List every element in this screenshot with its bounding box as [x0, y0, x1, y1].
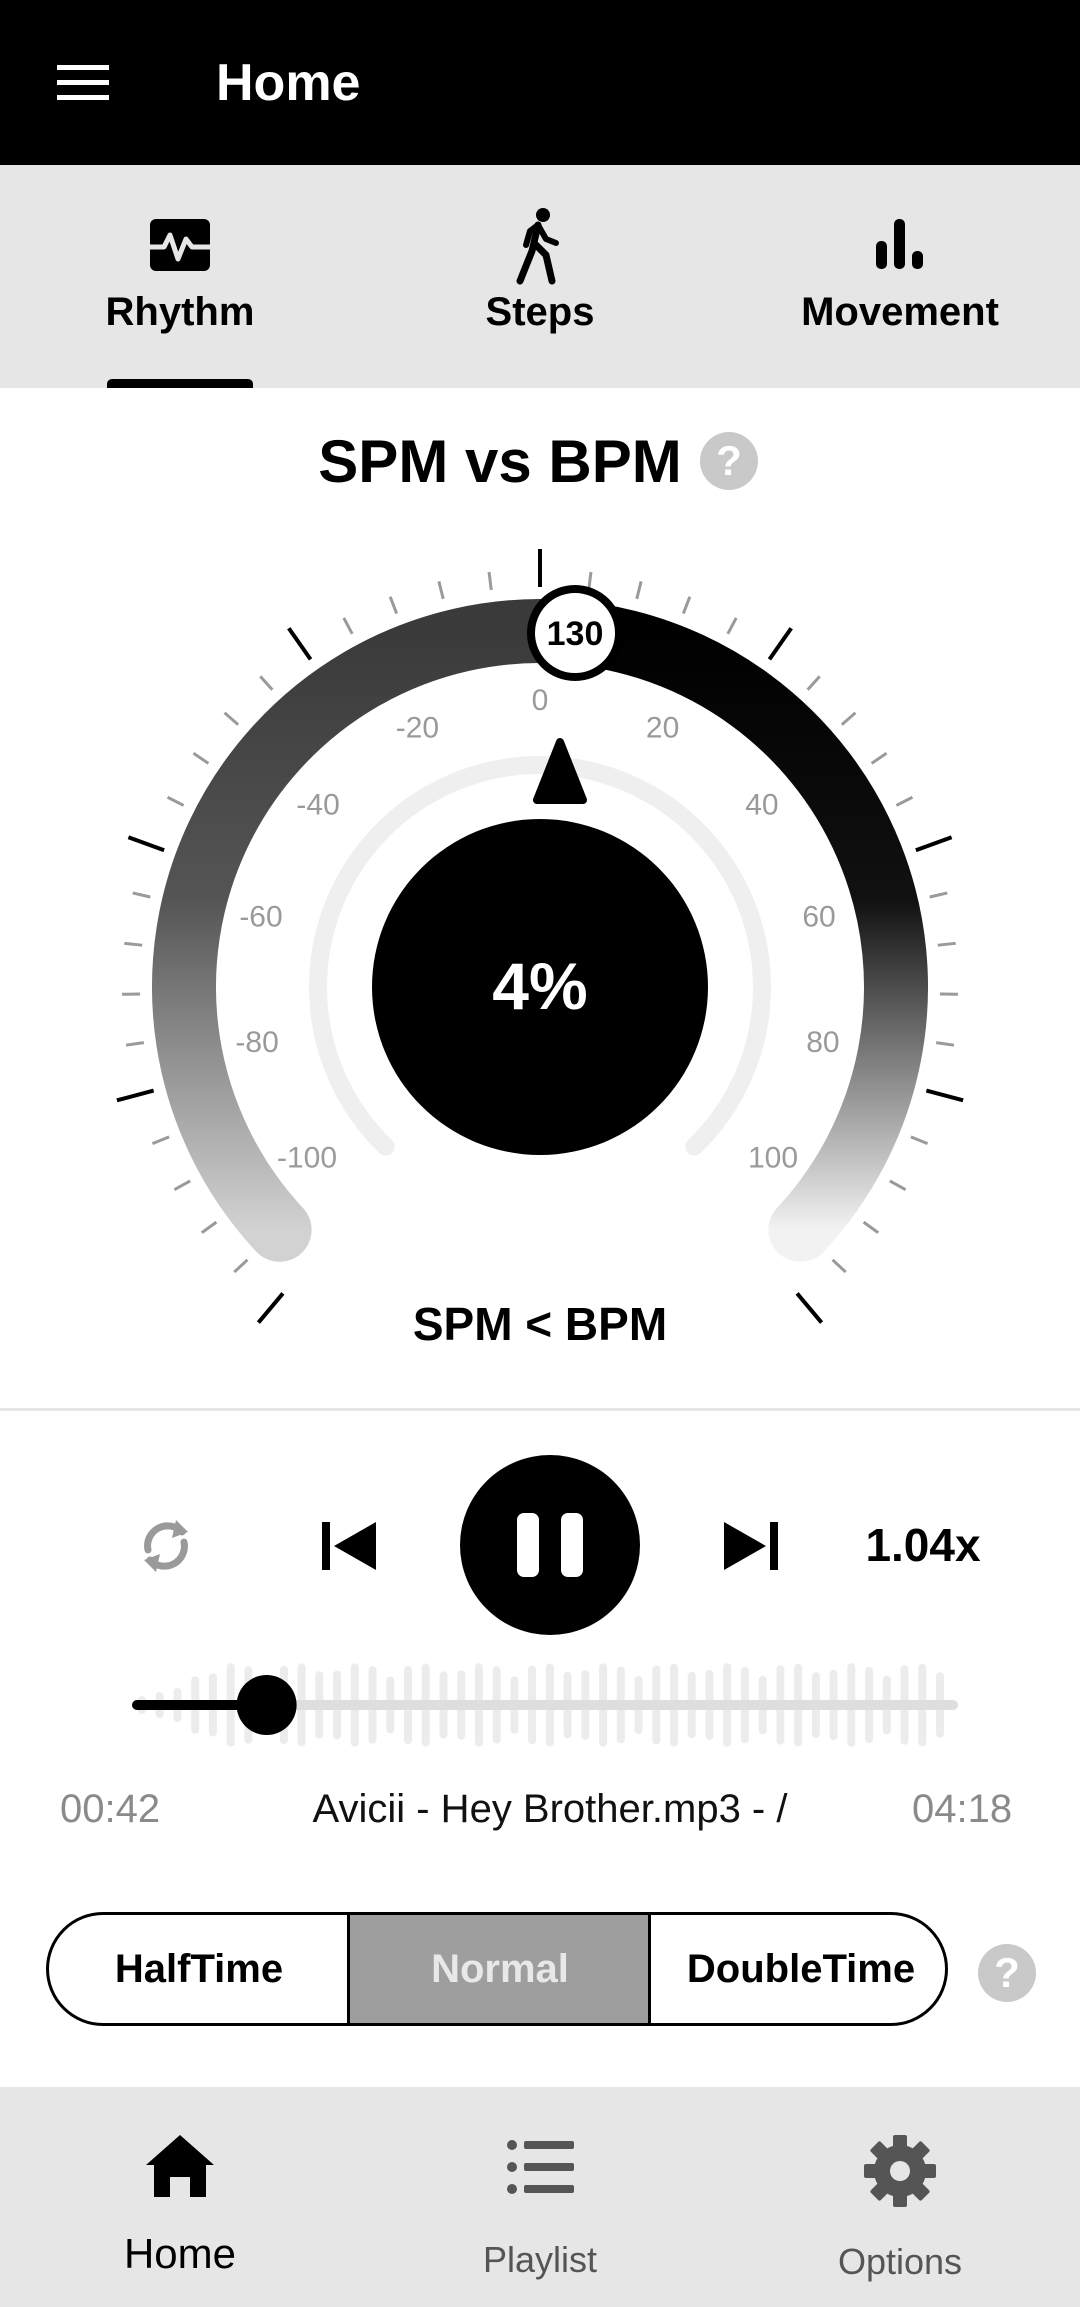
gauge-minor-tick	[831, 1258, 847, 1274]
gauge-minor-tick	[910, 1135, 929, 1145]
spm-bpm-gauge: -100 -80 -60 -40 -20 0 20 40 60 80 100 4% 130	[116, 549, 964, 1324]
bottom-navigation: Home Playlist Options	[0, 2087, 1080, 2307]
gauge-minor-tick	[937, 941, 956, 947]
bpm-value: 130	[547, 615, 604, 653]
nav-playlist[interactable]: Playlist	[360, 2087, 720, 2307]
heart-pulse-icon	[0, 205, 360, 285]
nav-options[interactable]: Options	[720, 2087, 1080, 2307]
gauge-scale-label: -80	[235, 1026, 278, 1059]
gauge-scale-label: 60	[802, 900, 835, 933]
home-icon	[0, 2129, 360, 2213]
gauge-minor-tick	[192, 752, 210, 765]
gauge-minor-tick	[840, 711, 857, 726]
repeat-icon[interactable]	[126, 1506, 206, 1586]
gauge-minor-tick	[806, 675, 821, 691]
gauge-minor-tick	[681, 596, 692, 615]
pause-button[interactable]	[460, 1455, 640, 1635]
gauge-minor-tick	[132, 891, 151, 899]
gauge-minor-tick	[166, 795, 185, 807]
tempo-mode-selector: HalfTime Normal DoubleTime	[46, 1912, 948, 2026]
gauge-scale-label: 40	[745, 788, 778, 821]
gauge-minor-tick	[870, 752, 888, 765]
playback-speed[interactable]: 1.04x	[848, 1515, 998, 1575]
gear-hole	[890, 2161, 910, 2181]
bpm-marker[interactable]: 130	[527, 585, 623, 681]
gauge-minor-tick	[233, 1258, 249, 1274]
nav-home[interactable]: Home	[0, 2087, 360, 2307]
app-bar: Home	[0, 0, 1080, 165]
tab-steps-label: Steps	[485, 290, 595, 334]
gauge-scale-label: 80	[806, 1026, 839, 1059]
normal-option[interactable]: Normal	[350, 1915, 650, 2023]
gauge-minor-tick	[223, 711, 240, 726]
nav-playlist-label: Playlist	[482, 2239, 598, 2280]
pause-icon	[517, 1513, 539, 1577]
tab-steps[interactable]: Steps	[360, 165, 720, 388]
gauge-help-icon[interactable]: ?	[700, 432, 758, 490]
hamburger-menu-icon[interactable]	[40, 45, 126, 121]
gauge-major-tick	[287, 627, 313, 661]
gauge-minor-tick	[388, 596, 399, 615]
gauge-minor-tick	[487, 571, 493, 591]
gauge-scale-label: 100	[748, 1141, 798, 1174]
gauge-major-tick	[127, 835, 165, 853]
tab-movement-label: Movement	[801, 290, 999, 334]
section-divider	[0, 1408, 1080, 1411]
tempo-help-icon[interactable]: ?	[978, 1944, 1036, 2002]
tab-rhythm-label: Rhythm	[105, 290, 255, 334]
gauge-title: SPM vs BPM	[318, 428, 682, 495]
seek-thumb[interactable]	[236, 1675, 297, 1735]
gauge-scale-label: -20	[396, 711, 439, 744]
gauge-scale-label: -40	[296, 788, 339, 821]
track-title: Avicii - Hey Brother.mp3 - /	[312, 1787, 788, 1831]
nav-options-label: Options	[837, 2241, 963, 2282]
waveform-seek-bar[interactable]	[120, 1655, 970, 1755]
gauge-minor-tick	[173, 1179, 191, 1191]
walking-person-icon	[360, 205, 720, 285]
gauge-minor-tick	[200, 1220, 218, 1234]
tab-rhythm[interactable]: Rhythm	[0, 165, 360, 388]
previous-track-icon[interactable]	[308, 1506, 388, 1586]
gauge-header: SPM vs BPM ?	[0, 420, 1080, 500]
current-time: 00:42	[60, 1787, 161, 1831]
gauge-minor-tick	[125, 1041, 145, 1047]
gauge-major-tick	[915, 835, 953, 853]
gauge-minor-tick	[635, 581, 643, 600]
gauge-minor-tick	[726, 617, 738, 635]
gauge-minor-tick	[342, 617, 354, 635]
gauge-status: SPM < BPM	[412, 1298, 668, 1350]
active-tab-indicator	[107, 379, 253, 388]
next-track-icon[interactable]	[712, 1506, 792, 1586]
gauge-minor-tick	[259, 675, 274, 691]
gauge-minor-tick	[929, 891, 948, 899]
gauge-scale-label: -60	[239, 900, 282, 933]
gauge-scale-label: 0	[532, 684, 549, 717]
gauge-major-tick	[767, 627, 793, 661]
gauge-scale-label: -100	[277, 1141, 337, 1174]
gauge-minor-tick	[151, 1135, 170, 1145]
gauge-minor-tick	[437, 581, 445, 600]
nav-home-label: Home	[123, 2230, 237, 2277]
gauge-minor-tick	[124, 941, 143, 947]
gear-icon	[720, 2129, 1080, 2213]
gauge-minor-tick	[862, 1220, 880, 1234]
gauge-minor-tick	[935, 1041, 955, 1047]
total-time: 04:18	[912, 1787, 1013, 1831]
percent-text: 4%	[492, 949, 587, 1023]
doubletime-option[interactable]: DoubleTime	[651, 1915, 945, 2023]
gauge-scale-label: 20	[646, 711, 679, 744]
page-title: Home	[216, 54, 361, 112]
tab-movement[interactable]: Movement	[720, 165, 1080, 388]
gauge-major-tick	[116, 1088, 155, 1103]
tab-bar: Rhythm Steps Movement	[0, 165, 1080, 388]
halftime-option[interactable]: HalfTime	[49, 1915, 349, 2023]
list-icon	[360, 2129, 720, 2213]
gauge-minor-tick	[889, 1179, 907, 1191]
gauge-major-tick	[925, 1088, 964, 1103]
gauge-minor-tick	[895, 795, 914, 807]
bar-chart-icon	[720, 205, 1080, 285]
